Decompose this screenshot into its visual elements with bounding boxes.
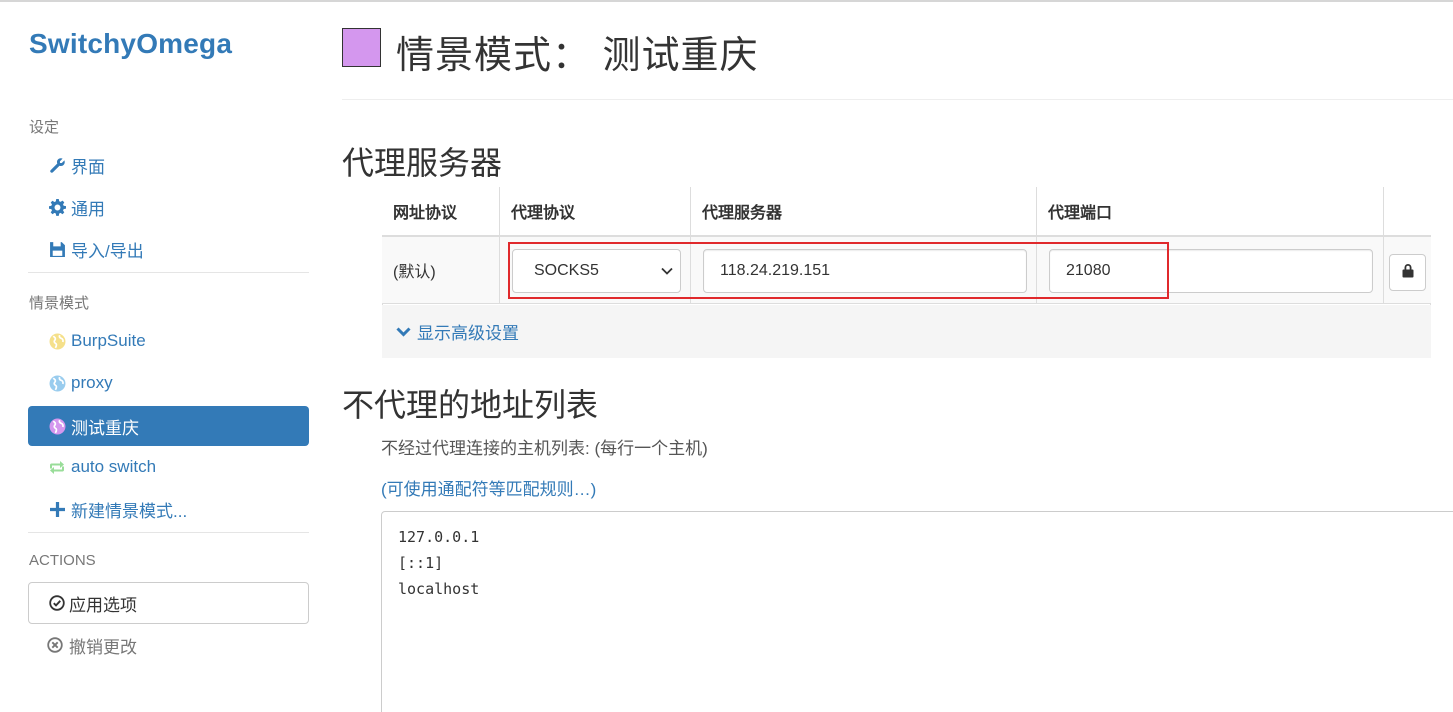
- bypass-list-heading: 不代理的地址列表: [342, 387, 599, 423]
- proxy-servers-heading: 代理服务器: [342, 145, 503, 181]
- sidebar-item-general[interactable]: 通用: [28, 187, 309, 227]
- header-actions: [1384, 187, 1431, 237]
- sidebar-divider: [28, 272, 309, 273]
- sidebar-item-interface[interactable]: 界面: [28, 145, 309, 185]
- chevron-down-icon: [660, 264, 674, 283]
- profile-color-swatch[interactable]: [342, 28, 381, 67]
- page-title: 情景模式： 测试重庆: [396, 35, 759, 77]
- sidebar-item-proxy[interactable]: proxy: [28, 363, 309, 403]
- header-protocol: 代理协议: [500, 187, 691, 237]
- sidebar-item-new-profile[interactable]: 新建情景模式...: [28, 489, 309, 529]
- plus-icon: [47, 499, 67, 519]
- wildcard-rules-link[interactable]: (可使用通配符等匹配规则…): [381, 475, 596, 500]
- proxy-servers-table: 网址协议 代理协议 代理服务器 代理端口 (默认) SOCKS5 118.24.…: [382, 187, 1431, 358]
- actions-header: ACTIONS: [29, 552, 96, 569]
- switch-arrows-icon: [47, 457, 67, 477]
- proxy-protocol-value: SOCKS5: [534, 262, 599, 279]
- sidebar-item-label: 新建情景模式...: [71, 501, 188, 521]
- bypass-help-text: 不经过代理连接的主机列表: (每行一个主机): [381, 439, 708, 458]
- title-divider: [342, 99, 1453, 100]
- sidebar-item-label: BurpSuite: [71, 331, 146, 350]
- wrench-icon: [47, 155, 67, 175]
- sidebar-item-label: proxy: [71, 373, 113, 392]
- sidebar-item-profile-active[interactable]: 测试重庆: [28, 406, 309, 446]
- header-port: 代理端口: [1037, 187, 1384, 237]
- show-advanced-link[interactable]: 显示高级设置: [396, 319, 519, 344]
- sidebar-divider: [28, 532, 309, 533]
- sidebar-item-import-export[interactable]: 导入/导出: [28, 229, 309, 269]
- show-advanced-label: 显示高级设置: [417, 324, 519, 343]
- advanced-settings-row: 显示高级设置: [382, 305, 1431, 358]
- check-circle-icon: [49, 593, 69, 613]
- lock-icon: [1401, 263, 1415, 283]
- close-circle-icon: [47, 637, 69, 653]
- sidebar-item-auto-switch[interactable]: auto switch: [28, 447, 309, 487]
- sidebar-item-burpsuite[interactable]: BurpSuite: [28, 321, 309, 361]
- chevron-down-icon: [396, 326, 411, 338]
- settings-header: 设定: [29, 119, 60, 136]
- apply-options-button[interactable]: 应用选项: [28, 582, 309, 624]
- discard-changes-label: 撤销更改: [69, 637, 137, 657]
- profiles-header: 情景模式: [29, 295, 90, 312]
- sidebar-item-label: 通用: [71, 199, 105, 219]
- sidebar-item-label: 导入/导出: [71, 241, 144, 261]
- header-scheme: 网址协议: [382, 187, 500, 237]
- globe-icon: [47, 373, 67, 393]
- bypass-list-textarea[interactable]: 127.0.0.1 [::1] localhost: [381, 511, 1453, 712]
- globe-icon: [47, 416, 67, 436]
- sidebar: SwitchyOmega 设定 界面 通用 导入/导出 情景模式 BurpSui…: [0, 0, 330, 712]
- app-brand[interactable]: SwitchyOmega: [29, 28, 232, 60]
- discard-changes-button[interactable]: 撤销更改: [47, 632, 137, 658]
- auth-lock-button[interactable]: [1389, 254, 1426, 291]
- proxy-protocol-select[interactable]: SOCKS5: [512, 249, 681, 293]
- apply-options-label: 应用选项: [69, 595, 137, 615]
- proxy-server-input[interactable]: [703, 249, 1027, 293]
- cell-scheme: (默认): [382, 237, 500, 304]
- floppy-disk-icon: [47, 239, 67, 259]
- globe-icon: [47, 331, 67, 351]
- header-server: 代理服务器: [691, 187, 1037, 237]
- sidebar-item-label: 测试重庆: [71, 418, 139, 438]
- sidebar-item-label: auto switch: [71, 457, 157, 476]
- sidebar-item-label: 界面: [71, 157, 105, 177]
- proxy-port-input[interactable]: [1049, 249, 1373, 293]
- gear-icon: [47, 197, 67, 217]
